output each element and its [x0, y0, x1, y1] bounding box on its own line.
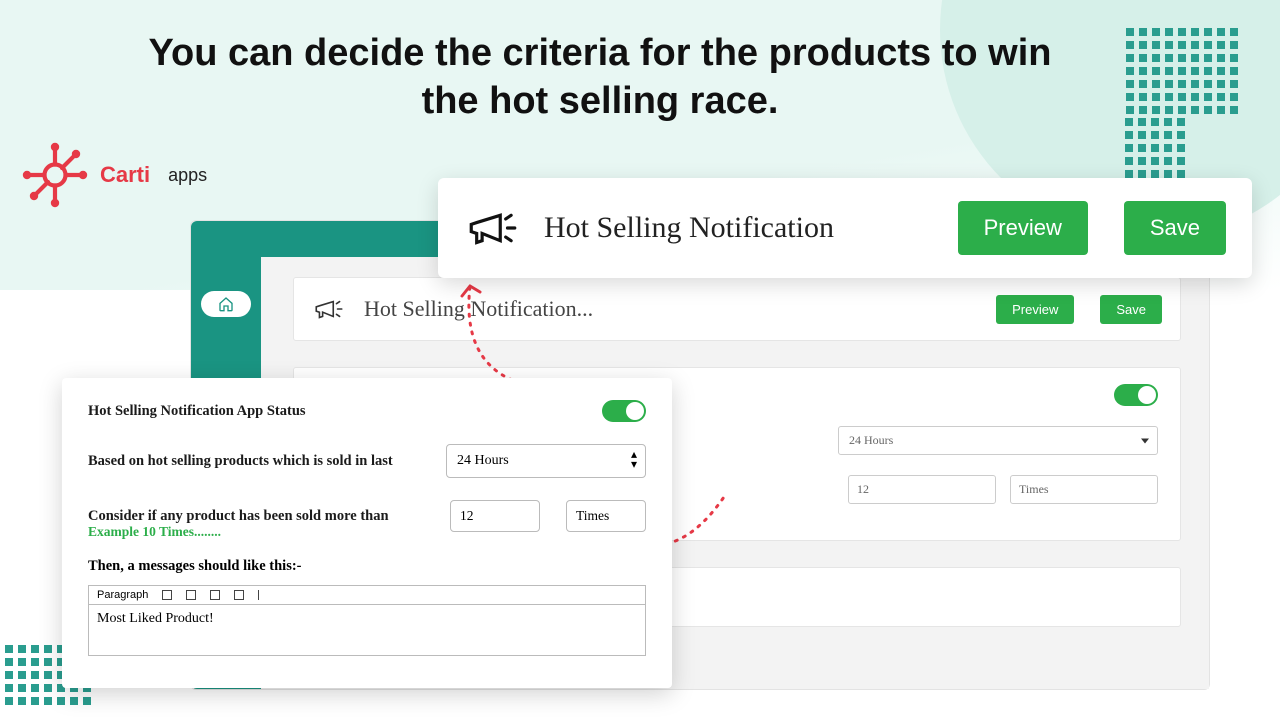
front-header-card: Hot Selling Notification Preview Save [438, 178, 1252, 278]
toolbar-btn-2[interactable] [186, 590, 196, 600]
consider-label: Consider if any product has been sold mo… [88, 508, 450, 525]
back-timewindow-select[interactable]: 24 Hours [838, 426, 1158, 455]
toolbar-btn-4[interactable] [234, 590, 244, 600]
back-header: Hot Selling Notification... Preview Save [293, 277, 1181, 341]
hero-title: You can decide the criteria for the prod… [130, 30, 1070, 125]
based-label: Based on hot selling products which is s… [88, 453, 446, 470]
toolbar-btn-5[interactable] [258, 590, 264, 600]
timewindow-select[interactable]: 24 Hours ▴▾ [446, 444, 646, 478]
back-times-label: Times [1010, 475, 1158, 504]
callout-arrow-1 [442, 268, 532, 388]
home-icon [218, 296, 234, 312]
home-button[interactable] [201, 291, 251, 317]
editor-style-select[interactable]: Paragraph [97, 589, 148, 601]
brand-name: Carti [100, 162, 150, 188]
count-input[interactable]: 12 [450, 500, 540, 532]
chevron-updown-icon: ▴▾ [631, 449, 637, 469]
status-label: Hot Selling Notification App Status [88, 403, 602, 420]
save-button[interactable]: Save [1124, 201, 1226, 255]
back-count-input[interactable]: 12 [848, 475, 996, 504]
toolbar-btn-1[interactable] [162, 590, 172, 600]
message-label: Then, a messages should like this:- [88, 558, 646, 575]
preview-button[interactable]: Preview [958, 201, 1088, 255]
editor-toolbar: Paragraph [89, 586, 645, 605]
carti-mark-icon [20, 140, 90, 210]
message-editor: Paragraph Most Liked Product! [88, 585, 646, 656]
back-status-toggle[interactable] [1114, 384, 1158, 406]
status-toggle[interactable] [602, 400, 646, 422]
front-settings-card: Hot Selling Notification App Status Base… [62, 378, 672, 688]
times-label: Times [566, 500, 646, 532]
dot-grid-top-right-small [1125, 118, 1185, 178]
megaphone-icon [312, 292, 346, 326]
brand-suffix: apps [168, 165, 207, 186]
toolbar-btn-3[interactable] [210, 590, 220, 600]
back-preview-button[interactable]: Preview [996, 295, 1074, 324]
brand-logo: Carti apps [20, 140, 207, 210]
back-save-button[interactable]: Save [1100, 295, 1162, 324]
front-header-title: Hot Selling Notification [544, 211, 936, 245]
timewindow-value: 24 Hours [457, 453, 509, 468]
back-timewindow-value: 24 Hours [849, 433, 893, 447]
editor-textarea[interactable]: Most Liked Product! [89, 605, 645, 655]
megaphone-icon [464, 199, 522, 257]
dot-grid-top-right [1126, 28, 1238, 114]
